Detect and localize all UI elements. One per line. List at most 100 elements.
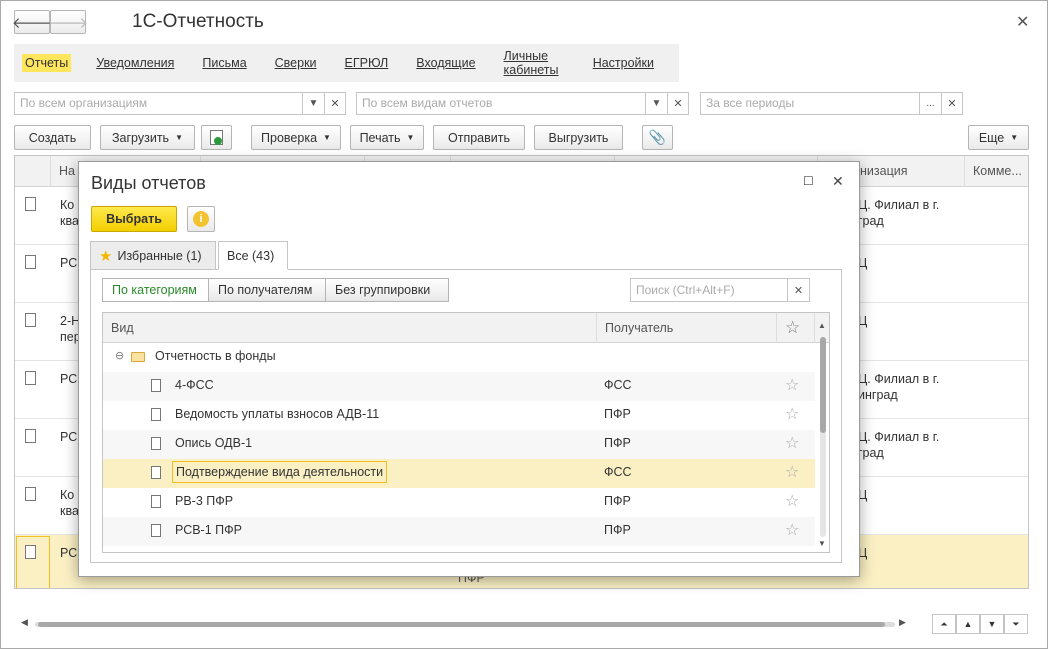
menu-item-personal-accounts[interactable]: Личные кабинеты: [501, 47, 568, 79]
arrow-left-icon: 🡐: [11, 14, 53, 32]
col-recipient[interactable]: Получатель: [597, 313, 777, 343]
item-recipient: ФСС: [604, 378, 632, 392]
caret-down-icon: ▼: [175, 133, 183, 142]
star-outline-icon[interactable]: ☆: [785, 520, 799, 540]
menu-item-reconciliations[interactable]: Сверки: [272, 54, 320, 72]
clear-search-icon[interactable]: ✕: [787, 279, 809, 301]
go-first-button[interactable]: ⏶: [932, 614, 956, 634]
go-up-button[interactable]: ▲: [956, 614, 980, 634]
excel-button[interactable]: [201, 125, 232, 150]
row-name: Ко ква: [60, 197, 79, 229]
ellipsis-icon[interactable]: ...: [919, 93, 941, 114]
go-down-button[interactable]: ▼: [980, 614, 1004, 634]
report-type-filter[interactable]: По всем видам отчетов ▼: [356, 92, 668, 115]
grouping-none[interactable]: Без группировки: [325, 278, 449, 302]
attach-button[interactable]: 📎: [642, 125, 673, 150]
folder-icon: [131, 352, 145, 362]
load-button[interactable]: Загрузить ▼: [100, 125, 195, 150]
row-name: РС: [60, 371, 77, 387]
list-header: Вид Получатель ☆: [103, 313, 829, 343]
more-button[interactable]: Еще ▼: [968, 125, 1029, 150]
star-outline-icon[interactable]: ☆: [785, 404, 799, 424]
tab-favorites-label: Избранные (1): [117, 248, 202, 263]
document-icon: [25, 487, 36, 501]
info-button[interactable]: i: [187, 206, 215, 232]
create-button[interactable]: Создать: [14, 125, 91, 150]
send-button[interactable]: Отправить: [433, 125, 525, 150]
star-outline-icon[interactable]: ☆: [785, 462, 799, 482]
document-icon: [151, 524, 161, 537]
organization-filter[interactable]: По всем организациям ▼: [14, 92, 325, 115]
grouping-by-category[interactable]: По категориям: [102, 278, 209, 302]
print-button[interactable]: Печать ▼: [350, 125, 424, 150]
clear-report-type-button[interactable]: ✕: [667, 92, 689, 115]
item-name: Подтверждение вида деятельности: [172, 461, 388, 483]
list-item[interactable]: Опись ОДВ-1 ПФР ☆: [103, 430, 815, 459]
menu-item-incoming[interactable]: Входящие: [413, 54, 478, 72]
organization-filter-placeholder: По всем организациям: [20, 96, 148, 110]
tab-favorites[interactable]: ★ Избранные (1): [90, 241, 216, 270]
caret-down-icon: ▼: [323, 133, 331, 142]
clear-period-button[interactable]: ✕: [941, 92, 963, 115]
info-icon: i: [193, 211, 209, 227]
scroll-right-icon[interactable]: ▶: [899, 617, 906, 628]
tab-all[interactable]: Все (43): [218, 241, 288, 270]
menu-item-settings[interactable]: Настройки: [590, 54, 657, 72]
row-name: РС: [60, 545, 77, 561]
list-item[interactable]: РВ-3 ПФР ПФР ☆: [103, 488, 815, 517]
menu-item-notifications[interactable]: Уведомления: [93, 54, 177, 72]
scroll-down-icon[interactable]: ▼: [818, 539, 826, 548]
check-button[interactable]: Проверка ▼: [251, 125, 341, 150]
list-item[interactable]: 4-ФСС ФСС ☆: [103, 372, 815, 401]
go-last-button[interactable]: ⏷: [1004, 614, 1028, 634]
choose-button[interactable]: Выбрать: [91, 206, 177, 232]
row-org-line: Ц. Филиал в г.: [858, 372, 940, 386]
star-outline-icon[interactable]: ☆: [785, 433, 799, 453]
item-name: 4-ФСС: [175, 378, 214, 392]
col-comment[interactable]: Комме...: [965, 156, 1028, 187]
menu-item-reports[interactable]: Отчеты: [22, 54, 72, 72]
row-org-line: инград: [858, 388, 898, 402]
dropdown-caret-icon[interactable]: ▼: [302, 93, 324, 114]
close-window-icon[interactable]: ✕: [1016, 12, 1029, 32]
dropdown-caret-icon[interactable]: ▼: [645, 93, 667, 114]
document-icon: [25, 371, 36, 385]
row-name-line: РС: [60, 256, 78, 270]
document-icon: [151, 379, 161, 392]
collapse-icon[interactable]: ⊖: [115, 349, 124, 362]
menu-item-egrul[interactable]: ЕГРЮЛ: [342, 54, 392, 72]
list-item-selected[interactable]: Подтверждение вида деятельности ФСС ☆: [103, 459, 815, 488]
scroll-thumb[interactable]: [38, 622, 885, 627]
star-outline-icon: ☆: [785, 318, 801, 337]
period-filter[interactable]: За все периоды ...: [700, 92, 942, 115]
close-dialog-icon[interactable]: ✕: [832, 173, 844, 190]
list-item[interactable]: РСВ-1 ПФР ПФР ☆: [103, 517, 815, 546]
forward-button[interactable]: 🡒: [47, 10, 89, 34]
vertical-scrollbar[interactable]: ▲ ▼: [817, 313, 829, 552]
row-org-line: Ц. Филиал в г.: [858, 430, 940, 444]
search-input[interactable]: Поиск (Ctrl+Alt+F) ✕: [630, 278, 810, 302]
scroll-left-icon[interactable]: ◀: [21, 617, 28, 628]
horizontal-scrollbar[interactable]: ◀ ▶: [21, 617, 911, 631]
row-org-line: град: [858, 214, 884, 228]
star-outline-icon[interactable]: ☆: [785, 491, 799, 511]
group-row[interactable]: ⊖ Отчетность в фонды: [103, 343, 815, 372]
back-button[interactable]: 🡐: [11, 10, 53, 34]
star-outline-icon[interactable]: ☆: [785, 375, 799, 395]
list-item[interactable]: Ведомость уплаты взносов АДВ-11 ПФР ☆: [103, 401, 815, 430]
scroll-up-icon[interactable]: ▲: [818, 321, 826, 330]
scroll-thumb[interactable]: [820, 337, 826, 433]
check-button-label: Проверка: [261, 130, 318, 145]
grouping-by-recipient[interactable]: По получателям: [208, 278, 326, 302]
menu-item-letters[interactable]: Письма: [199, 54, 249, 72]
document-icon: [151, 408, 161, 421]
maximize-icon[interactable]: ☐: [803, 174, 814, 188]
col-type[interactable]: Вид: [103, 313, 597, 343]
export-button[interactable]: Выгрузить: [534, 125, 623, 150]
row-name-line: РС: [60, 546, 78, 560]
report-types-dialog: Виды отчетов ☐ ✕ Выбрать i ★ Избранные (…: [78, 161, 860, 577]
period-filter-placeholder: За все периоды: [706, 96, 795, 110]
clear-organization-button[interactable]: ✕: [324, 92, 346, 115]
col-favorite[interactable]: ☆: [777, 313, 815, 343]
arrow-right-icon: 🡒: [47, 14, 89, 32]
